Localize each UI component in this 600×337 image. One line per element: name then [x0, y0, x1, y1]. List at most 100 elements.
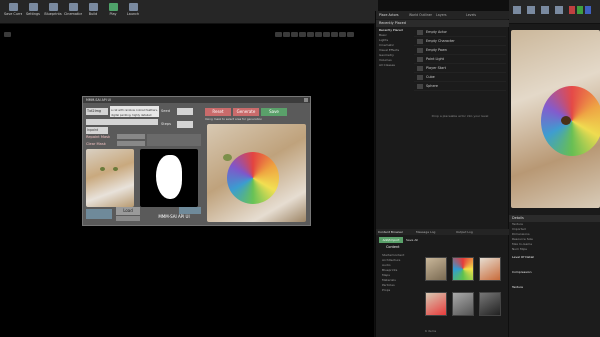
place-actors-panel: Place Actors World Outliner Layers Level…: [375, 11, 509, 229]
main-toolbar: Save Current Settings Blueprints Cinemat…: [0, 0, 378, 24]
details-tab[interactable]: Details: [509, 215, 600, 222]
texture-editor: Details Texture Imported Dimensions Reso…: [509, 0, 600, 337]
category-list: Recently Placed Basic Lights Cinematic V…: [376, 28, 412, 68]
tab-world-outliner[interactable]: World Outliner: [409, 13, 432, 17]
seed-field[interactable]: [177, 108, 193, 115]
section-texture[interactable]: Texture: [509, 285, 600, 290]
list-item[interactable]: Empty Actor: [414, 28, 506, 37]
snap-icon[interactable]: [307, 32, 314, 37]
world-icon[interactable]: [299, 32, 306, 37]
camera-speed-icon[interactable]: [339, 32, 346, 37]
list-item[interactable]: Empty Character: [414, 37, 506, 46]
content-root[interactable]: Content: [386, 245, 400, 249]
repaint-mask-field[interactable]: [117, 134, 145, 139]
actor-icon: [417, 30, 423, 35]
add-import-button[interactable]: Add/Import: [379, 237, 403, 243]
actor-icon: [417, 48, 423, 53]
left-toggle[interactable]: [86, 209, 112, 219]
asset-thumb[interactable]: [479, 257, 501, 281]
asset-thumb[interactable]: [452, 292, 474, 316]
list-item[interactable]: Point Light: [414, 55, 506, 64]
folder-tree: StarterContent Architecture Audio Bluepr…: [379, 253, 423, 293]
save-icon: [8, 3, 18, 11]
play-button[interactable]: Play: [104, 3, 122, 19]
list-item[interactable]: Empty Pawn: [414, 46, 506, 55]
list-item[interactable]: Cube: [414, 73, 506, 82]
asset-thumb[interactable]: [425, 292, 447, 316]
build-icon: [88, 3, 98, 11]
scale-snap-icon[interactable]: [331, 32, 338, 37]
section-level-of-detail[interactable]: Level Of Detail: [509, 255, 600, 260]
tex-green-channel-icon[interactable]: [577, 6, 583, 14]
clear-mask-field[interactable]: [117, 141, 145, 146]
list-item[interactable]: Sphere: [414, 82, 506, 91]
cinematics-button[interactable]: Cinematics: [64, 3, 82, 19]
reset-button[interactable]: Reset: [205, 108, 231, 116]
generate-button[interactable]: Generate: [233, 108, 259, 116]
content-browser: Content Browser Message Log Output Log A…: [375, 229, 509, 337]
asset-thumb[interactable]: [479, 292, 501, 316]
actor-list: Empty Actor Empty Character Empty Pawn P…: [414, 28, 506, 91]
generated-image: [207, 124, 306, 222]
tex-reimport-icon[interactable]: [541, 6, 549, 14]
cat-eye-left-icon: [100, 167, 105, 171]
rotate-icon[interactable]: [283, 32, 290, 37]
player-start-icon: [417, 66, 423, 71]
category-item[interactable]: All Classes: [376, 63, 412, 68]
load-button[interactable]: Load: [116, 207, 140, 215]
section-compression[interactable]: Compression: [509, 270, 600, 275]
inpaint-field[interactable]: Inpaint: [86, 127, 108, 134]
list-item[interactable]: Player Start: [414, 64, 506, 73]
launch-icon: [128, 3, 138, 11]
panel-header: Recently Placed: [376, 20, 509, 27]
asset-thumb[interactable]: [452, 257, 474, 281]
light-icon: [417, 57, 423, 62]
tex-settings-icon[interactable]: [555, 6, 563, 14]
texture-toolbar: [509, 0, 600, 24]
tex-blue-channel-icon[interactable]: [585, 6, 591, 14]
tab-output-log[interactable]: Output Log: [456, 230, 473, 234]
blueprint-icon: [48, 3, 58, 11]
settings-button[interactable]: Settings: [24, 3, 42, 19]
mask-options: [147, 134, 201, 146]
steps-field[interactable]: [177, 121, 193, 128]
preview-eye-icon: [561, 116, 571, 125]
panel-hint: Drop a placeable actor into your level: [431, 114, 489, 118]
grid-icon[interactable]: [315, 32, 322, 37]
sphere-icon: [417, 84, 423, 89]
save-button[interactable]: Save: [261, 108, 287, 116]
save-current-button[interactable]: Save Current: [4, 3, 22, 19]
launch-button[interactable]: Launch: [124, 3, 142, 19]
mode-combo[interactable]: Txt2Img: [86, 108, 108, 115]
tex-save-icon[interactable]: [513, 6, 521, 14]
negative-prompt-box[interactable]: [86, 119, 158, 125]
close-icon[interactable]: [304, 98, 308, 102]
angle-icon[interactable]: [323, 32, 330, 37]
build-button[interactable]: Build: [84, 3, 102, 19]
maximize-icon[interactable]: [347, 32, 354, 37]
prompt-box[interactable]: a cat with rainbow colored feathers, dig…: [110, 106, 159, 117]
tex-red-channel-icon[interactable]: [569, 6, 575, 14]
dialog-title: MMM-SAI API UI: [86, 98, 111, 102]
folder-item[interactable]: Props: [379, 288, 423, 293]
tex-browse-icon[interactable]: [527, 6, 535, 14]
cat-eye-right-icon: [113, 167, 118, 171]
viewport-menu-icon[interactable]: [4, 32, 11, 37]
tab-layers[interactable]: Layers: [436, 13, 447, 17]
content-tabs: Content Browser Message Log Output Log: [376, 229, 509, 235]
repaint-mask-label: Repaint Mask: [86, 135, 111, 139]
right-toggle[interactable]: [179, 207, 201, 214]
save-all-button[interactable]: Save All: [406, 238, 418, 242]
translate-icon[interactable]: [275, 32, 282, 37]
tab-message-log[interactable]: Message Log: [416, 230, 435, 234]
load-path-field[interactable]: [116, 216, 140, 221]
tab-content-browser[interactable]: Content Browser: [378, 230, 403, 234]
tab-place-actors[interactable]: Place Actors: [379, 13, 399, 17]
scale-icon[interactable]: [291, 32, 298, 37]
gear-icon: [28, 3, 38, 11]
film-icon: [68, 3, 78, 11]
item-count: 6 items: [425, 329, 437, 333]
asset-thumb[interactable]: [425, 257, 447, 281]
blueprints-button[interactable]: Blueprints: [44, 3, 62, 19]
tab-levels[interactable]: Levels: [466, 13, 476, 17]
